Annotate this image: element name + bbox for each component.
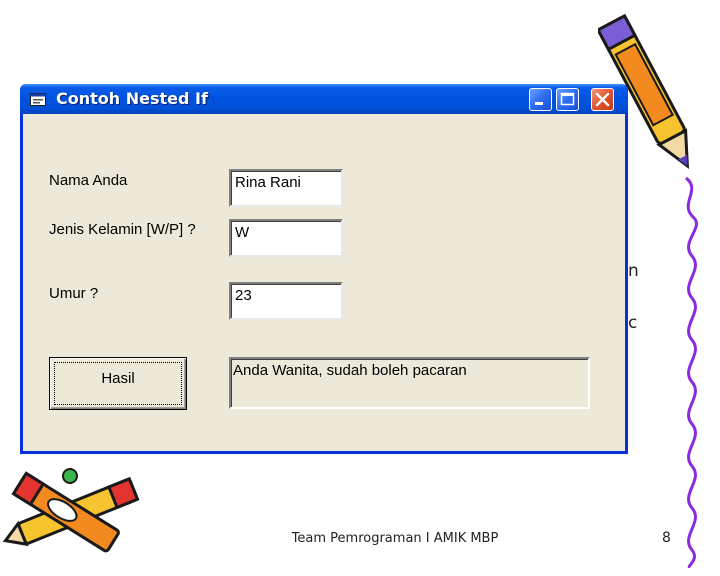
gender-input[interactable]: W (229, 219, 343, 257)
minimize-icon (535, 102, 543, 105)
result-output: Anda Wanita, sudah boleh pacaran (229, 357, 590, 409)
gender-label: Jenis Kelamin [W/P] ? (49, 221, 196, 238)
title-bar[interactable]: Contoh Nested If (20, 84, 628, 114)
name-label: Nama Anda (49, 172, 128, 189)
app-window: Contoh Nested If Nama Anda Rina Rani Jen… (20, 84, 628, 454)
side-text-fragment-2: c (628, 313, 638, 333)
pencils-icon (2, 468, 140, 553)
hasil-button-label: Hasil (101, 370, 135, 387)
name-input[interactable]: Rina Rani (229, 169, 343, 207)
maximize-button[interactable] (556, 88, 579, 111)
form-icon (30, 93, 46, 106)
side-text-fragment-1: n (628, 261, 639, 281)
maximize-icon (560, 92, 575, 106)
minimize-button[interactable] (529, 88, 552, 111)
close-button[interactable] (591, 88, 614, 111)
hasil-button[interactable]: Hasil (49, 357, 187, 410)
page-number: 8 (662, 530, 671, 546)
window-title: Contoh Nested If (56, 89, 208, 108)
close-icon (595, 92, 610, 107)
slide-footer: Team Pemrograman I AMIK MBP (291, 531, 499, 546)
age-label: Umur ? (49, 285, 99, 302)
scribble-decoration (684, 176, 698, 568)
age-input[interactable]: 23 (229, 282, 343, 320)
